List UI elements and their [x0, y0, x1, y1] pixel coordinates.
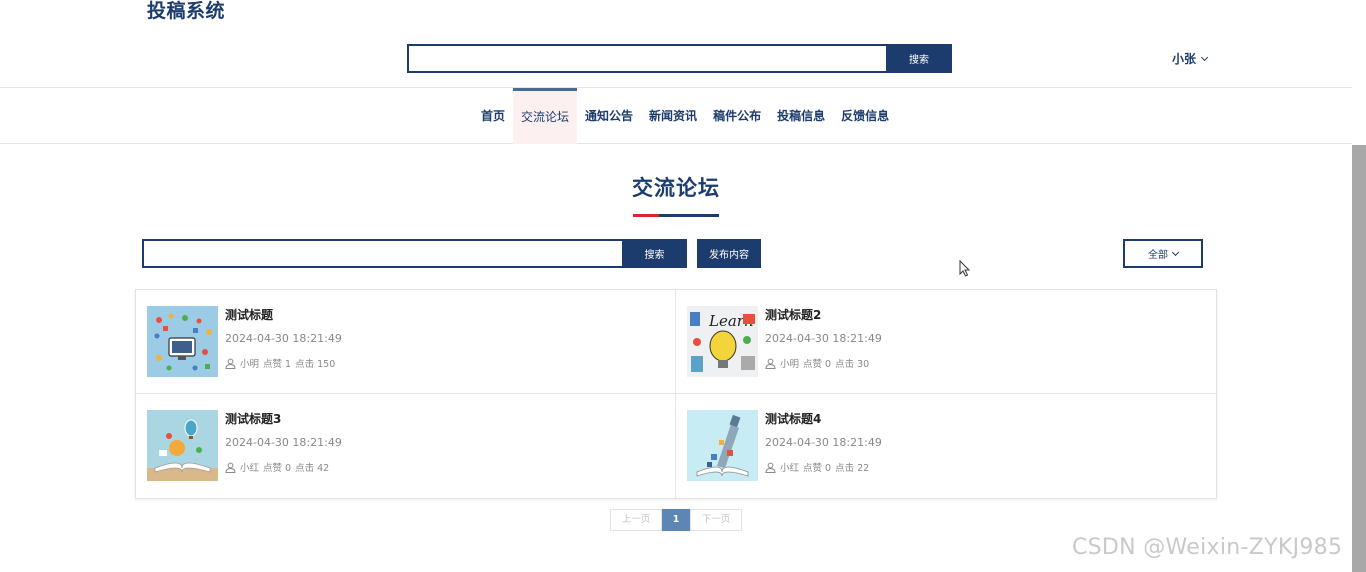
post-likes: 点赞 1	[263, 359, 292, 370]
page-number-current[interactable]: 1	[662, 509, 690, 531]
post-title[interactable]: 测试标题3	[225, 410, 281, 427]
post-clicks: 点击 30	[835, 359, 870, 370]
post-thumbnail[interactable]	[147, 306, 218, 377]
post-meta: 小红 点赞 0 点击 22	[765, 460, 869, 474]
title-underline	[633, 214, 719, 217]
post-clicks: 点击 42	[295, 463, 330, 474]
main-nav: 首页 交流论坛 通知公告 新闻资讯 稿件公布 投稿信息 反馈信息	[473, 88, 897, 144]
post-card[interactable]: 测试标题4 2024-04-30 18:21:49 小红 点赞 0 点击 22	[676, 394, 1216, 498]
post-time: 2024-04-30 18:21:49	[225, 436, 342, 449]
post-time: 2024-04-30 18:21:49	[225, 332, 342, 345]
post-clicks: 点击 22	[835, 463, 870, 474]
filter-dropdown[interactable]: 全部	[1123, 239, 1203, 268]
post-author: 小红	[780, 463, 800, 474]
post-grid: 测试标题 2024-04-30 18:21:49 小明 点赞 1 点击 150 …	[135, 289, 1217, 499]
nav-bar: 首页 交流论坛 通知公告 新闻资讯 稿件公布 投稿信息 反馈信息	[0, 87, 1352, 144]
scrollbar-thumb[interactable]	[1352, 145, 1366, 572]
nav-item-feedback[interactable]: 反馈信息	[833, 88, 897, 144]
post-likes: 点赞 0	[263, 463, 292, 474]
post-title[interactable]: 测试标题	[225, 306, 273, 323]
post-time: 2024-04-30 18:21:49	[765, 332, 882, 345]
nav-item-notices[interactable]: 通知公告	[577, 88, 641, 144]
chevron-down-icon	[1171, 248, 1180, 256]
post-thumbnail[interactable]	[147, 410, 218, 481]
publish-button[interactable]: 发布内容	[697, 239, 761, 268]
post-author: 小明	[780, 359, 800, 370]
post-meta: 小红 点赞 0 点击 42	[225, 460, 329, 474]
nav-item-news[interactable]: 新闻资讯	[641, 88, 705, 144]
post-clicks: 点击 150	[295, 359, 336, 370]
prev-page-button[interactable]: 上一页	[610, 509, 662, 531]
chevron-down-icon	[1200, 53, 1209, 61]
nav-item-home[interactable]: 首页	[473, 88, 513, 144]
next-page-button[interactable]: 下一页	[690, 509, 742, 531]
post-card[interactable]: Learn 测试标题2 2024-04-30 18:21:49 小明 点赞 0 …	[676, 290, 1216, 394]
post-thumbnail[interactable]: Learn	[687, 306, 758, 377]
user-icon	[225, 358, 236, 369]
post-card[interactable]: 测试标题3 2024-04-30 18:21:49 小红 点赞 0 点击 42	[136, 394, 676, 498]
header-search: 搜索	[407, 44, 952, 73]
watermark: CSDN @Weixin-ZYKJ985	[1072, 535, 1343, 560]
section-title: 交流论坛	[632, 176, 720, 200]
user-name: 小张	[1172, 52, 1197, 66]
post-thumbnail[interactable]	[687, 410, 758, 481]
post-likes: 点赞 0	[803, 463, 832, 474]
forum-search-input[interactable]	[142, 239, 622, 268]
filter-label: 全部	[1148, 250, 1168, 261]
site-title[interactable]: 投稿系统	[147, 0, 225, 22]
post-meta: 小明 点赞 1 点击 150	[225, 356, 335, 370]
nav-item-published[interactable]: 稿件公布	[705, 88, 769, 144]
nav-item-submissions[interactable]: 投稿信息	[769, 88, 833, 144]
user-icon	[765, 462, 776, 473]
post-meta: 小明 点赞 0 点击 30	[765, 356, 869, 370]
nav-item-forum[interactable]: 交流论坛	[513, 88, 578, 144]
post-author: 小红	[240, 463, 260, 474]
forum-search: 搜索	[142, 239, 687, 268]
post-card[interactable]: 测试标题 2024-04-30 18:21:49 小明 点赞 1 点击 150	[136, 290, 676, 394]
post-likes: 点赞 0	[803, 359, 832, 370]
user-icon	[765, 358, 776, 369]
post-author: 小明	[240, 359, 260, 370]
user-icon	[225, 462, 236, 473]
post-time: 2024-04-30 18:21:49	[765, 436, 882, 449]
post-title[interactable]: 测试标题4	[765, 410, 821, 427]
post-title[interactable]: 测试标题2	[765, 306, 821, 323]
user-menu[interactable]: 小张	[1172, 50, 1209, 67]
header-search-button[interactable]: 搜索	[886, 44, 952, 73]
forum-search-button[interactable]: 搜索	[622, 239, 687, 268]
pagination: 上一页 1 下一页	[610, 509, 742, 531]
header-search-input[interactable]	[407, 44, 886, 73]
mouse-cursor-icon	[959, 260, 971, 277]
